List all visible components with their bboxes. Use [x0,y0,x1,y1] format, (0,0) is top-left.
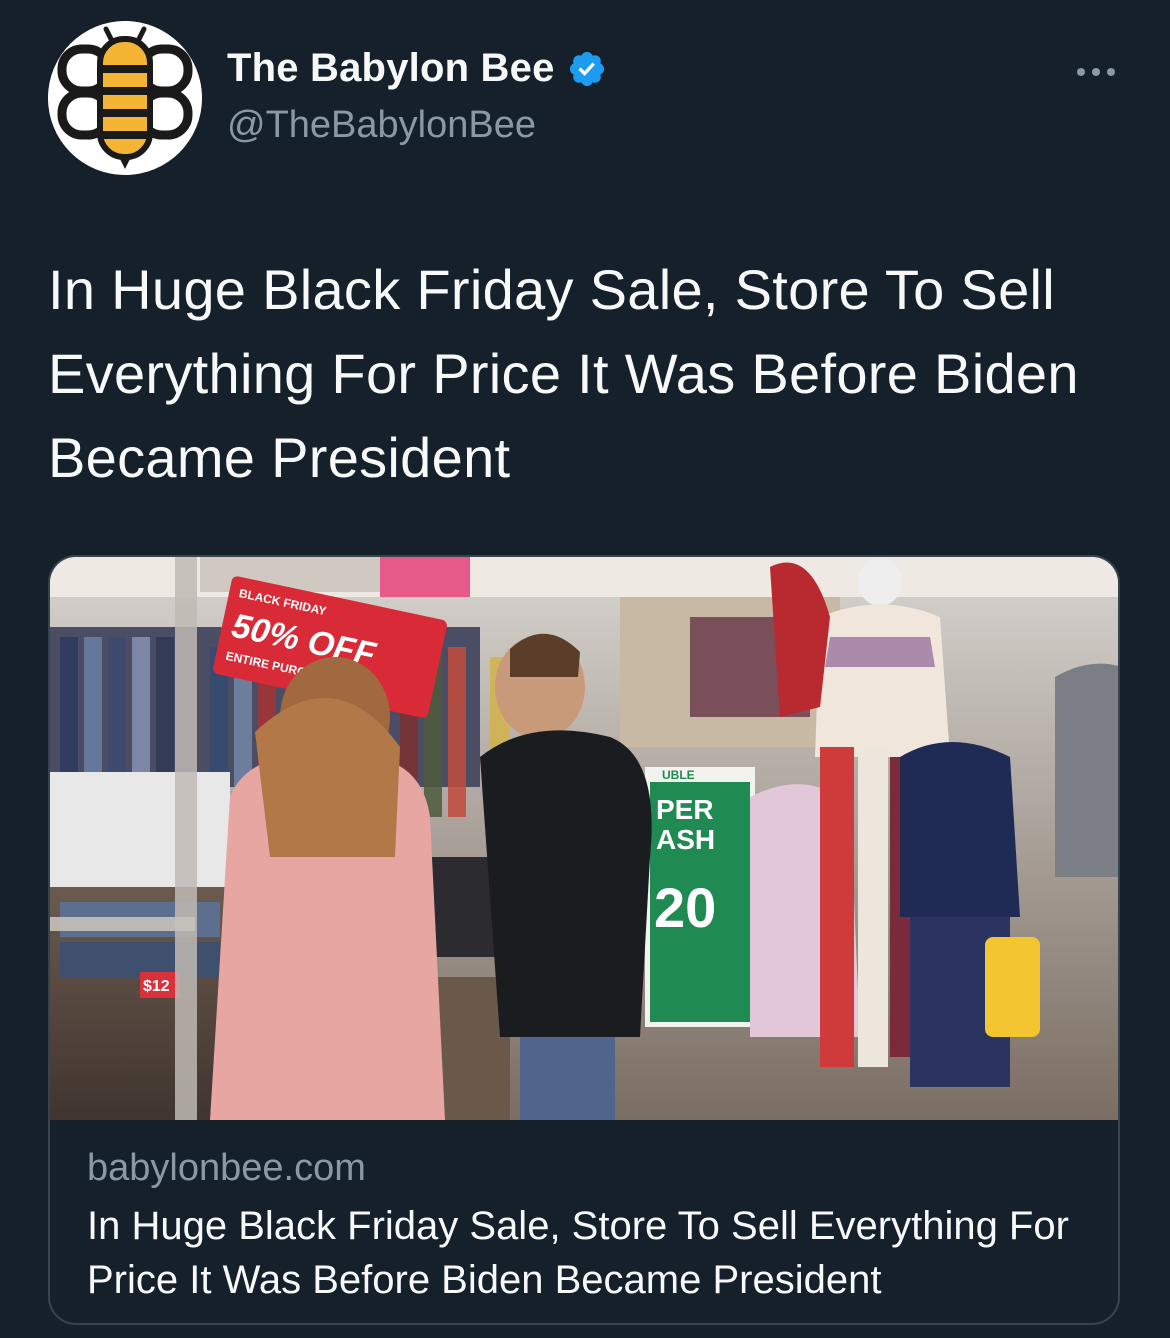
green-sign-value: 20 [654,876,716,939]
price-tag: $12 [143,978,170,995]
card-domain: babylonbee.com [87,1147,366,1189]
author-name-row: The Babylon Bee [227,46,607,91]
verified-badge-icon [567,49,607,89]
green-sign-top: UBLE [662,768,695,782]
tweet-text: In Huge Black Friday Sale, Store To Sell… [48,258,1079,489]
author-handle[interactable]: @TheBabylonBee [227,104,536,147]
card-image[interactable]: BLACK FRIDAY 50% OFF ENTIRE PURCHASE UBL… [50,557,1118,1120]
green-sign-line1: PER [656,794,714,825]
tweet: The Babylon Bee @TheBabylonBee In Huge B… [0,0,1170,1338]
bee-logo-icon [48,21,202,175]
link-card[interactable]: BLACK FRIDAY 50% OFF ENTIRE PURCHASE UBL… [48,555,1120,1325]
card-title: In Huge Black Friday Sale, Store To Sell… [87,1204,1069,1302]
more-options-icon[interactable] [1068,52,1124,92]
author-display-name[interactable]: The Babylon Bee [227,46,555,91]
avatar[interactable] [48,21,202,175]
store-photo-image: BLACK FRIDAY 50% OFF ENTIRE PURCHASE UBL… [50,557,1118,1120]
green-sign-line2: ASH [656,824,715,855]
